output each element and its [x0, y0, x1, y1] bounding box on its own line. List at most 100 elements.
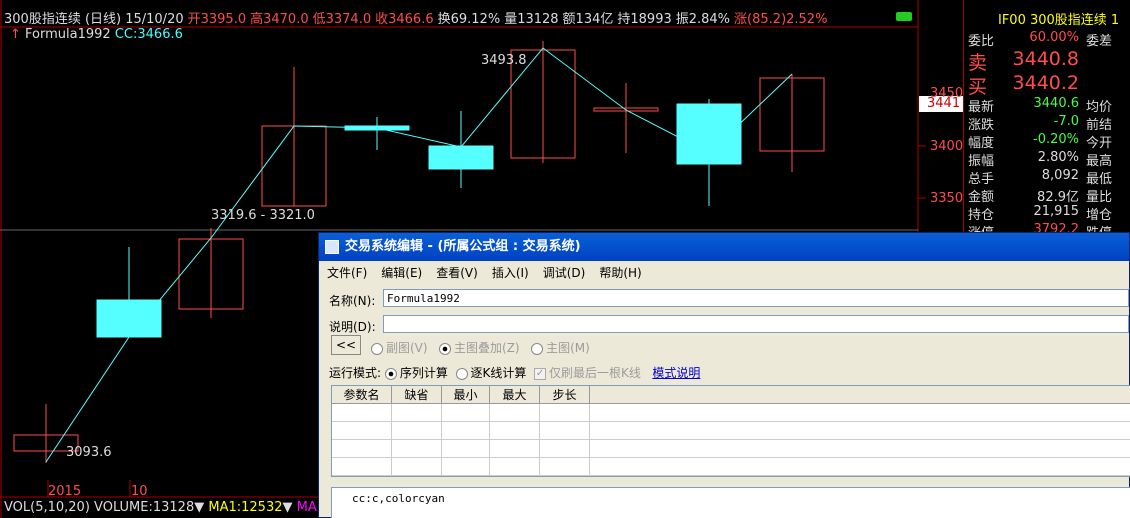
menu-file[interactable]: 文件(F) [327, 264, 367, 281]
quote-key: 金额 [968, 190, 995, 205]
dialog-title: 交易系统编辑 - (所属公式组 : 交易系统) [345, 239, 581, 254]
volume-indicator-line: VOL(5,10,20) VOLUME:13128▼ MA1:12532▼ MA… [4, 500, 326, 515]
quote-value: 60.00% [1029, 30, 1079, 45]
quote-row: 幅度 -0.20% 今开 [968, 132, 1130, 151]
menu-help[interactable]: 帮助(H) [599, 264, 641, 281]
quote-key: 幅度 [968, 136, 995, 151]
radio-sub-chart[interactable] [371, 342, 383, 355]
sequence-mode-label: 序列计算 [399, 366, 448, 380]
quote-row: 振幅 2.80% 最高 [968, 150, 1130, 169]
run-mode-label: 运行模式: [329, 366, 382, 380]
menu-bar: 文件(F) 编辑(E) 查看(V) 插入(I) 调试(D) 帮助(H) [319, 261, 1129, 283]
signal-icon [896, 12, 912, 21]
turnover-value: 换69.12% [437, 12, 501, 27]
refresh-last-label: 仅刷最后一根K线 [549, 366, 641, 380]
name-input[interactable]: Formula1992 [383, 289, 1129, 307]
parameter-table[interactable]: 参数名 缺省 最小 最大 步长 [331, 385, 1130, 477]
quote-key-secondary: 委差 [1086, 34, 1113, 49]
code-editor[interactable]: cc:c,colorcyan [331, 487, 1130, 518]
radio-overlay[interactable] [439, 342, 452, 355]
dialog-title-bar[interactable]: 交易系统编辑 - (所属公式组 : 交易系统) [319, 233, 1129, 261]
quote-row: 持仓 21,915 增仓 [968, 204, 1130, 223]
table-row[interactable] [332, 404, 1130, 422]
formula-name: Formula1992 [25, 27, 111, 42]
radio-sequence-mode[interactable] [384, 367, 397, 380]
axis-tick-3350: 3350 [930, 191, 964, 206]
table-row[interactable] [332, 440, 1130, 458]
quote-row: 涨跌 -7.0 前结 [968, 114, 1130, 133]
quote-row: 卖 3440.8 [968, 48, 1130, 74]
col-param-name[interactable]: 参数名 [332, 386, 392, 403]
amplitude-value: 振2.84% [675, 12, 731, 27]
menu-debug[interactable]: 调试(D) [543, 264, 586, 281]
radio-sub-label: 副图(V) [386, 341, 428, 355]
quote-key: 委比 [968, 34, 995, 49]
candle-body [676, 103, 742, 165]
description-input[interactable] [383, 315, 1129, 333]
quote-key: 买 [968, 76, 988, 98]
radio-main-chart[interactable] [531, 342, 544, 355]
quote-value: -7.0 [1053, 114, 1079, 129]
quote-key: 总手 [968, 172, 995, 187]
col-min[interactable]: 最小 [442, 386, 490, 403]
formula-line: ↑ Formula1992 CC:3466.6 [10, 27, 183, 42]
quote-key-secondary: 今开 [1086, 136, 1113, 151]
collapse-button[interactable]: << [331, 335, 361, 355]
cc-value: CC:3466.6 [114, 27, 183, 42]
radio-bar-mode[interactable] [455, 367, 468, 380]
chart-header: 300股指连续 (日线) 15/10/20 开3395.0 高3470.0 低3374… [4, 8, 831, 27]
arrow-up-icon: ↑ [10, 27, 21, 42]
quote-value: -0.20% [1033, 132, 1079, 147]
high-price-label: 3493.8 [481, 53, 527, 68]
open-value: 开3395.0 [187, 12, 247, 27]
quote-key-secondary: 增仓 [1086, 208, 1113, 223]
volume-label: VOLUME:13128 [94, 500, 195, 515]
app-icon [325, 240, 339, 254]
refresh-last-checkbox[interactable]: ✓ [534, 367, 547, 380]
menu-insert[interactable]: 插入(I) [492, 264, 529, 281]
quote-value: 3440.8 [1012, 48, 1079, 70]
quote-value: 2.80% [1037, 150, 1079, 165]
description-label: 说明(D): [329, 320, 376, 334]
formula-editor-dialog: 交易系统编辑 - (所属公式组 : 交易系统) 文件(F) 编辑(E) 查看(V… [318, 232, 1130, 518]
low-price-label: 3093.6 [66, 445, 112, 460]
radio-main-label: 主图(M) [546, 341, 590, 355]
quote-value: 82.9亿 [1037, 190, 1079, 205]
month-label: 10 [131, 484, 148, 499]
quote-key-secondary: 量比 [1086, 190, 1113, 205]
quote-row: 最新 3440.6 均价 [968, 96, 1130, 115]
position-value: 持18993 [617, 12, 672, 27]
amount-value: 额134亿 [562, 12, 614, 27]
mid-price-label: 3319.6 - 3321.0 [211, 208, 315, 223]
quote-key-secondary: 前结 [1086, 118, 1113, 133]
col-max[interactable]: 最大 [490, 386, 540, 403]
quote-row: 买 3440.2 [968, 72, 1130, 98]
quote-key: 卖 [968, 52, 988, 74]
axis-tick-3400: 3400 [930, 139, 964, 154]
name-label: 名称(N): [329, 294, 376, 308]
volume-value: 量13128 [504, 12, 559, 27]
year-label: 2015 [48, 484, 82, 499]
quote-key: 最新 [968, 100, 995, 115]
high-value: 高3470.0 [250, 12, 309, 27]
mode-help-link[interactable]: 模式说明 [652, 366, 700, 380]
quote-value: 21,915 [1033, 204, 1080, 219]
change-value: 涨(85.2)2.52% [734, 12, 828, 27]
low-value: 低3374.0 [312, 12, 372, 27]
quote-title: IF00 300股指连续 1 [998, 13, 1120, 28]
quote-value: 3440.2 [1012, 72, 1079, 94]
quote-value: 3440.6 [1033, 96, 1080, 111]
menu-edit[interactable]: 编辑(E) [381, 264, 422, 281]
col-step[interactable]: 步长 [540, 386, 590, 403]
vol-label: VOL(5,10,20) [4, 500, 90, 515]
quote-key-secondary: 均价 [1086, 100, 1113, 115]
quote-row: 委比 60.00% 委差 [968, 30, 1130, 49]
menu-view[interactable]: 查看(V) [436, 264, 478, 281]
instrument-label: 300股指连续 (日线) 15/10/20 [4, 12, 184, 27]
table-row[interactable] [332, 422, 1130, 440]
table-row[interactable] [332, 458, 1130, 476]
close-value: 收3466.6 [375, 12, 434, 27]
col-default[interactable]: 缺省 [392, 386, 442, 403]
quote-value: 8,092 [1041, 168, 1079, 183]
chart-type-options: 副图(V) 主图叠加(Z) 主图(M) [371, 339, 590, 356]
